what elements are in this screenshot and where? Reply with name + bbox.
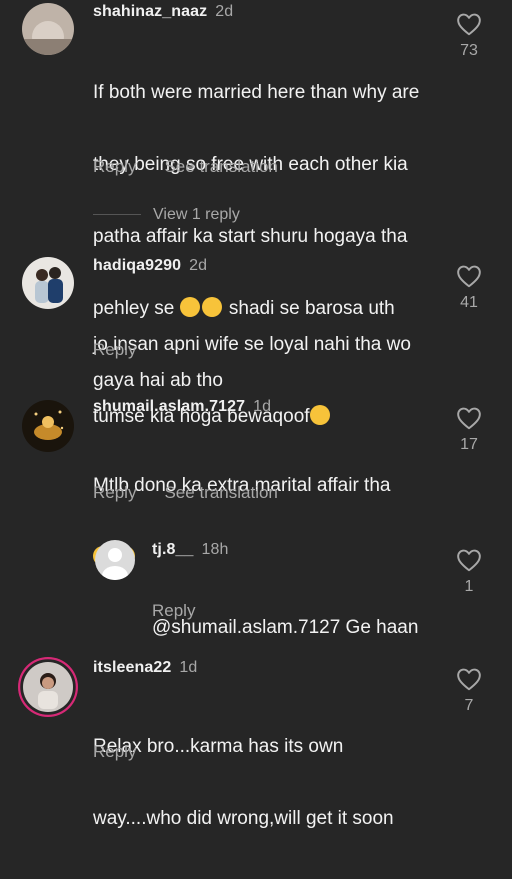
- comment-actions: Reply: [93, 340, 164, 360]
- reply-button[interactable]: Reply: [93, 340, 136, 359]
- comment-header: hadiqa9290 2d: [93, 257, 207, 275]
- username[interactable]: shahinaz_naaz: [93, 3, 207, 20]
- timestamp: 2d: [215, 3, 234, 20]
- username[interactable]: itsleena22: [93, 659, 171, 676]
- reply-item: tj.8__ 18h @shumail.aslam.7127 Ge haan Re…: [0, 538, 512, 638]
- timestamp: 1d: [179, 659, 198, 676]
- avatar[interactable]: [18, 657, 78, 717]
- heart-outline-icon[interactable]: [456, 264, 482, 288]
- timestamp: 1d: [253, 398, 272, 415]
- like-control[interactable]: 1: [449, 548, 489, 596]
- comment-item: itsleena22 1d Relax bro...karma has its o…: [0, 655, 512, 829]
- comment-actions: Reply: [152, 601, 223, 621]
- heart-outline-icon[interactable]: [456, 548, 482, 572]
- comment-header: shumail.aslam.7127 1d: [93, 398, 271, 416]
- like-control[interactable]: 41: [449, 264, 489, 312]
- comment-item: shahinaz_naaz 2d If both were married her…: [0, 0, 512, 391]
- heart-outline-icon[interactable]: [456, 667, 482, 691]
- timestamp: 18h: [201, 541, 229, 558]
- comment-line: patha affair ka start shuru hogaya tha: [93, 226, 408, 247]
- comment-header: shahinaz_naaz 2d: [93, 3, 233, 21]
- avatar[interactable]: [95, 540, 135, 580]
- comment-item: shumail.aslam.7127 1d Mtlb dono ka extra …: [0, 398, 512, 566]
- like-count: 1: [464, 578, 474, 595]
- comment-line: way....who did wrong,will get it soon: [93, 808, 394, 829]
- reply-button[interactable]: Reply: [93, 483, 136, 502]
- like-count: 17: [460, 436, 478, 453]
- avatar[interactable]: [22, 257, 74, 309]
- username[interactable]: shumail.aslam.7127: [93, 398, 245, 415]
- username[interactable]: hadiqa9290: [93, 257, 181, 274]
- see-translation-button[interactable]: See translation: [164, 483, 277, 502]
- comment-header: tj.8__ 18h: [152, 541, 229, 559]
- divider-line: [93, 214, 141, 216]
- like-control[interactable]: 17: [449, 406, 489, 454]
- reply-button[interactable]: Reply: [152, 601, 195, 620]
- like-count: 7: [464, 697, 474, 714]
- comment-line: If both were married here than why are: [93, 82, 420, 103]
- like-count: 41: [460, 294, 478, 311]
- heart-outline-icon[interactable]: [456, 12, 482, 36]
- comment-actions: Reply See translation: [93, 157, 306, 177]
- comment-header: itsleena22 1d: [93, 659, 197, 677]
- timestamp: 2d: [189, 257, 208, 274]
- comment-actions: Reply: [93, 742, 164, 762]
- like-control[interactable]: 73: [449, 12, 489, 60]
- reply-button[interactable]: Reply: [93, 157, 136, 176]
- like-control[interactable]: 7: [449, 667, 489, 715]
- view-replies-button[interactable]: View 1 reply: [93, 206, 240, 224]
- reply-button[interactable]: Reply: [93, 742, 136, 761]
- comment-item: hadiqa9290 2d jo insan apni wife se loyal…: [0, 255, 512, 427]
- comment-actions: Reply See translation: [93, 483, 306, 503]
- comment-text: Relax bro...karma has its own way....who…: [93, 687, 394, 879]
- avatar[interactable]: [22, 400, 74, 452]
- username[interactable]: tj.8__: [152, 541, 194, 558]
- avatar[interactable]: [22, 3, 74, 55]
- see-translation-button[interactable]: See translation: [164, 157, 277, 176]
- like-count: 73: [460, 42, 478, 59]
- heart-outline-icon[interactable]: [456, 406, 482, 430]
